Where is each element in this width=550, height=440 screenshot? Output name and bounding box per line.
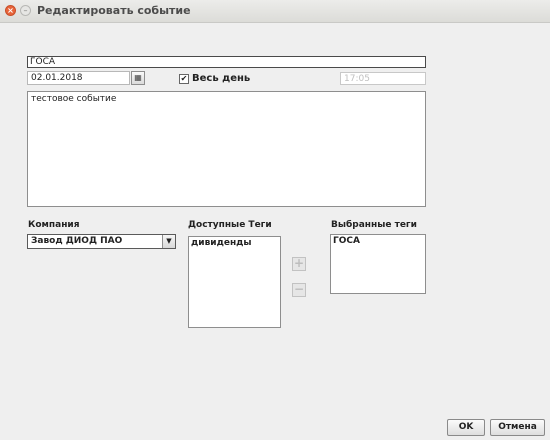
all-day-checkbox[interactable]: ✔ bbox=[179, 74, 189, 84]
available-tags-list[interactable]: дивиденды bbox=[188, 236, 281, 328]
list-item[interactable]: дивиденды bbox=[189, 237, 280, 249]
date-field[interactable]: 02.01.2018 bbox=[27, 71, 130, 85]
available-tags-label: Доступные Теги bbox=[188, 220, 272, 230]
plus-icon: + bbox=[293, 256, 305, 270]
minus-icon: − bbox=[293, 282, 305, 296]
ok-button[interactable]: OK bbox=[447, 419, 485, 436]
calendar-button[interactable]: ▦ bbox=[131, 71, 145, 85]
chevron-down-icon[interactable]: ▼ bbox=[162, 235, 175, 248]
company-label: Компания bbox=[28, 220, 80, 230]
add-tag-button[interactable]: + bbox=[292, 257, 306, 271]
minimize-icon[interactable]: – bbox=[20, 5, 31, 16]
title-bar: × – Редактировать событие bbox=[0, 0, 550, 23]
description-textarea[interactable]: тестовое событие bbox=[27, 91, 426, 207]
all-day-label: Весь день bbox=[192, 73, 251, 84]
time-field: 17:05 bbox=[340, 72, 426, 85]
company-select[interactable]: Завод ДИОД ПАО ▼ bbox=[27, 234, 176, 249]
event-name-field[interactable]: ГОСА bbox=[27, 56, 426, 68]
list-item[interactable]: ГОСА bbox=[331, 235, 425, 247]
remove-tag-button[interactable]: − bbox=[292, 283, 306, 297]
close-icon[interactable]: × bbox=[5, 5, 16, 16]
cancel-button[interactable]: Отмена bbox=[490, 419, 545, 436]
company-select-value: Завод ДИОД ПАО bbox=[31, 236, 123, 246]
selected-tags-label: Выбранные теги bbox=[331, 220, 417, 230]
calendar-icon: ▦ bbox=[134, 73, 142, 82]
window-title: Редактировать событие bbox=[37, 4, 191, 17]
selected-tags-list[interactable]: ГОСА bbox=[330, 234, 426, 294]
